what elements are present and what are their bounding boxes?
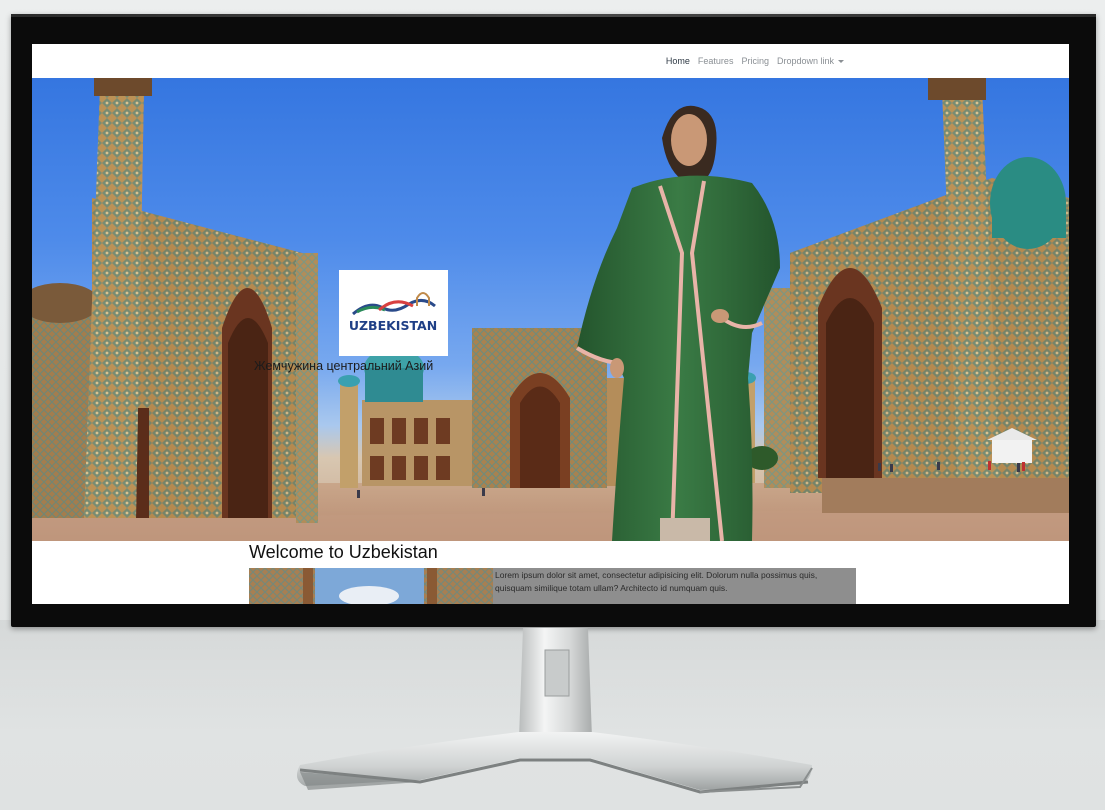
- monitor-stand-graphic: [296, 628, 813, 794]
